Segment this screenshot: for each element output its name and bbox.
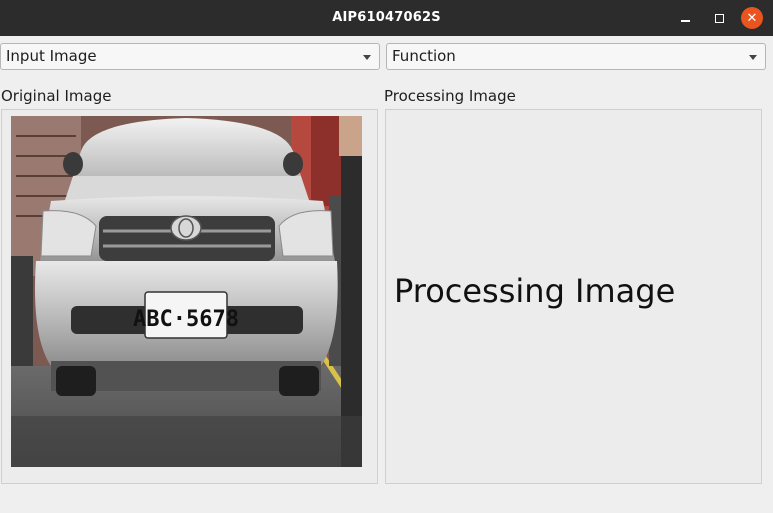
original-image-frame: ABC·5678 <box>1 109 378 484</box>
processing-image-frame: Processing Image <box>385 109 762 484</box>
original-image-label: Original Image <box>1 87 112 105</box>
function-combobox[interactable]: Function <box>386 43 766 70</box>
license-plate-text: ABC·5678 <box>133 307 239 332</box>
close-button[interactable]: ✕ <box>741 7 763 29</box>
maximize-button[interactable] <box>708 7 730 29</box>
processing-image-label: Processing Image <box>384 87 516 105</box>
status-bar <box>0 490 773 513</box>
minimize-button[interactable] <box>674 7 696 29</box>
chevron-down-icon <box>363 55 371 60</box>
input-image-combobox[interactable]: Input Image <box>0 43 380 70</box>
processing-image-placeholder: Processing Image <box>394 272 676 310</box>
input-image-combobox-value: Input Image <box>6 47 97 65</box>
window-title: AIP61047062S <box>332 10 441 25</box>
maximize-icon <box>714 13 724 23</box>
original-car-photo: ABC·5678 <box>11 116 362 467</box>
chevron-down-icon <box>749 55 757 60</box>
close-icon: ✕ <box>746 10 758 26</box>
app-window: AIP61047062S ✕ Input Image Function Orig… <box>0 0 773 513</box>
title-bar[interactable]: AIP61047062S ✕ <box>0 0 773 36</box>
function-combobox-value: Function <box>392 47 456 65</box>
minimize-icon <box>680 20 690 22</box>
